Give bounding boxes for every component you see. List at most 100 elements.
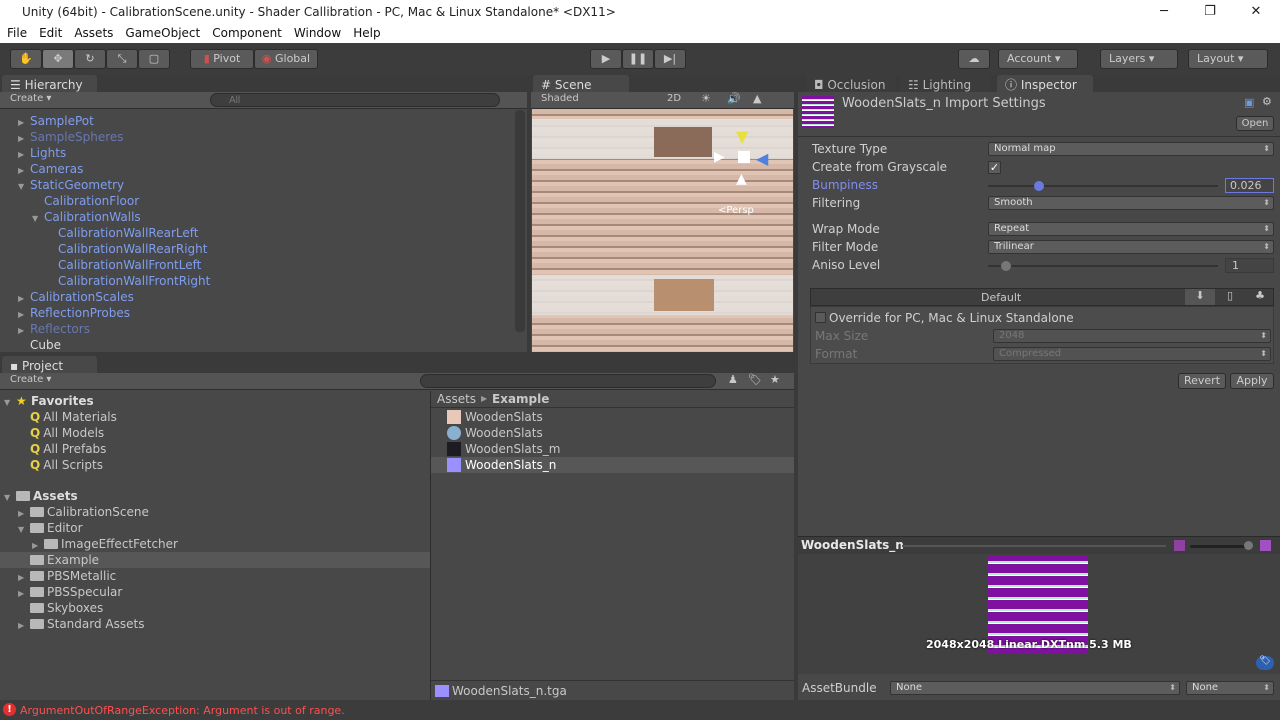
filter-label-icon[interactable]: 🏷	[748, 373, 762, 386]
project-folder[interactable]: Example	[18, 552, 99, 568]
favorite-item[interactable]: Q All Materials	[30, 409, 117, 425]
breadcrumb-assets[interactable]: Assets	[437, 391, 476, 407]
pivot-button[interactable]: ▮ Pivot	[190, 49, 254, 69]
project-folder[interactable]: ▶ CalibrationScene	[18, 504, 149, 520]
expanded-arrow-icon[interactable]: ▼	[4, 490, 16, 506]
breadcrumb-example[interactable]: Example	[492, 391, 549, 407]
hierarchy-item[interactable]: ▼ CalibrationWalls	[32, 209, 141, 225]
cloud-button[interactable]: ☁	[958, 49, 990, 69]
help-icon[interactable]: ▣	[1244, 96, 1254, 109]
effects-toggle-icon[interactable]: ▲	[753, 92, 761, 105]
scale-tool-button[interactable]: ⤡	[106, 49, 138, 69]
assetbundle-variant-dropdown[interactable]: None	[1186, 681, 1274, 695]
scene-viewport[interactable]: ▼ ◀ ▶ ▲ <Persp	[532, 109, 793, 352]
hand-tool-button[interactable]: ✋	[10, 49, 42, 69]
preview-drag-bar[interactable]	[902, 545, 1166, 547]
file-item[interactable]: WoodenSlats_n	[431, 457, 794, 473]
close-button[interactable]: ✕	[1233, 0, 1279, 24]
assets-header[interactable]: ▼ Assets	[4, 488, 78, 504]
project-search-input[interactable]	[420, 374, 716, 388]
checker-toggle-icon[interactable]	[1260, 540, 1271, 551]
alpha-toggle-icon[interactable]	[1174, 540, 1185, 551]
menu-edit[interactable]: Edit	[39, 24, 62, 43]
menu-window[interactable]: Window	[294, 24, 341, 43]
favorites-header[interactable]: ▼ ★ Favorites	[4, 393, 94, 409]
hierarchy-create-button[interactable]: Create ▾	[10, 93, 51, 104]
project-folder[interactable]: Skyboxes	[18, 600, 103, 616]
lighting-toggle-icon[interactable]: ☀	[701, 92, 711, 105]
project-folder[interactable]: ▶ Standard Assets	[18, 616, 144, 632]
audio-toggle-icon[interactable]: 🔊	[727, 92, 741, 105]
aniso-slider-track[interactable]	[988, 265, 1218, 267]
texture-type-dropdown[interactable]: Normal map	[988, 142, 1274, 156]
expanded-arrow-icon[interactable]: ▼	[4, 395, 16, 411]
assetbundle-dropdown[interactable]: None	[890, 681, 1180, 695]
file-item[interactable]: WoodenSlats	[431, 425, 794, 441]
settings-gear-icon[interactable]: ⚙	[1262, 95, 1272, 108]
project-folder[interactable]: ▶ ImageEffectFetcher	[32, 536, 178, 552]
filtering-dropdown[interactable]: Smooth	[988, 196, 1274, 210]
favorite-star-icon[interactable]: ★	[770, 373, 780, 386]
platform-default-tab[interactable]: Default	[981, 291, 1021, 304]
menu-file[interactable]: File	[7, 24, 27, 43]
pause-button[interactable]: ❚❚	[622, 49, 654, 69]
project-folder[interactable]: ▶ PBSMetallic	[18, 568, 116, 584]
hierarchy-search-input[interactable]	[210, 93, 500, 107]
layers-dropdown[interactable]: Layers ▾	[1100, 49, 1178, 69]
mobile-icon[interactable]: ▯	[1215, 289, 1245, 305]
menu-assets[interactable]: Assets	[74, 24, 113, 43]
standalone-download-icon[interactable]: ⬇	[1185, 289, 1215, 305]
android-icon[interactable]: ♣	[1245, 289, 1275, 305]
project-folder[interactable]: ▼ Editor	[18, 520, 83, 536]
file-item[interactable]: WoodenSlats_m	[431, 441, 794, 457]
maximize-button[interactable]: ❐	[1187, 0, 1233, 24]
wrap-mode-dropdown[interactable]: Repeat	[988, 222, 1274, 236]
bumpiness-slider-track[interactable]	[988, 185, 1218, 187]
2d-toggle[interactable]: 2D	[667, 93, 681, 104]
hierarchy-item[interactable]: CalibrationWallRearRight	[46, 241, 207, 257]
aniso-input[interactable]: 1	[1225, 258, 1274, 273]
grayscale-checkbox[interactable]: ✓	[988, 161, 1001, 174]
favorite-item[interactable]: Q All Scripts	[30, 457, 103, 473]
hierarchy-item[interactable]: Cube	[18, 337, 61, 353]
expanded-arrow-icon[interactable]: ▼	[18, 179, 30, 195]
minimize-button[interactable]: ─	[1141, 0, 1187, 24]
hierarchy-item[interactable]: ▶ SamplePot	[18, 113, 94, 129]
shading-dropdown[interactable]: Shaded	[541, 93, 656, 104]
account-dropdown[interactable]: Account ▾	[998, 49, 1078, 69]
expanded-arrow-icon[interactable]: ▼	[18, 522, 30, 538]
hierarchy-scrollbar[interactable]	[515, 110, 525, 332]
hierarchy-item[interactable]: ▶ ReflectionProbes	[18, 305, 130, 321]
hierarchy-item[interactable]: ▶ Cameras	[18, 161, 83, 177]
layout-dropdown[interactable]: Layout ▾	[1188, 49, 1268, 69]
open-button[interactable]: Open	[1236, 116, 1274, 131]
favorite-item[interactable]: Q All Prefabs	[30, 441, 106, 457]
mip-slider[interactable]	[1190, 545, 1250, 548]
override-checkbox[interactable]	[815, 312, 826, 323]
mip-slider-thumb[interactable]	[1244, 541, 1253, 550]
bumpiness-slider-thumb[interactable]	[1033, 181, 1044, 191]
global-button[interactable]: ◉ Global	[254, 49, 318, 69]
hierarchy-item[interactable]: ▶ CalibrationScales	[18, 289, 134, 305]
menu-help[interactable]: Help	[353, 24, 380, 43]
hierarchy-item[interactable]: ▶ SampleSpheres	[18, 129, 124, 145]
project-folder[interactable]: ▶ PBSSpecular	[18, 584, 122, 600]
project-create-button[interactable]: Create ▾	[10, 374, 51, 385]
format-dropdown[interactable]: Compressed	[993, 347, 1271, 361]
hierarchy-item[interactable]: CalibrationWallRearLeft	[46, 225, 198, 241]
aniso-slider-thumb[interactable]	[1001, 261, 1011, 271]
hierarchy-item[interactable]: ▶ Reflectors	[18, 321, 90, 337]
expanded-arrow-icon[interactable]: ▼	[32, 211, 44, 227]
move-tool-button[interactable]: ✥	[42, 49, 74, 69]
collapsed-arrow-icon[interactable]: ▶	[18, 618, 30, 634]
asset-label-icon[interactable]: 🏷	[1256, 656, 1274, 670]
rotate-tool-button[interactable]: ↻	[74, 49, 106, 69]
max-size-dropdown[interactable]: 2048	[993, 329, 1271, 343]
hierarchy-item[interactable]: CalibrationWallFrontRight	[46, 273, 210, 289]
favorite-item[interactable]: Q All Models	[30, 425, 104, 441]
hierarchy-item[interactable]: CalibrationWallFrontLeft	[46, 257, 201, 273]
status-bar[interactable]: ! ArgumentOutOfRangeException: Argument …	[0, 700, 1280, 720]
apply-button[interactable]: Apply	[1230, 373, 1274, 389]
scene-gizmo[interactable]: ▼ ◀ ▶ ▲	[714, 127, 774, 187]
revert-button[interactable]: Revert	[1178, 373, 1226, 389]
